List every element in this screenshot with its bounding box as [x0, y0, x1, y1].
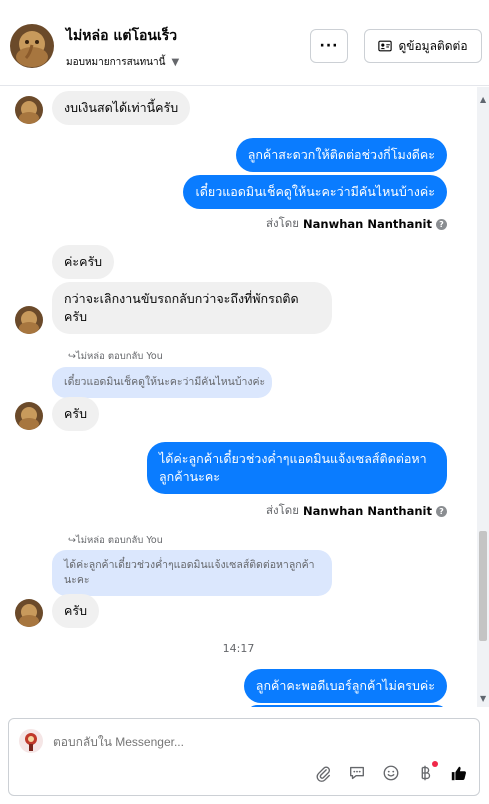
notification-dot: [432, 761, 438, 767]
baht-icon[interactable]: [415, 761, 438, 783]
more-options-button[interactable]: ···: [310, 29, 348, 63]
incoming-message: งบเงินสดได้เท่านี้ครับ: [52, 91, 191, 125]
incoming-message: กว่าจะเลิกงานขับรถกลับกว่าจะถึงที่พักรถต…: [52, 282, 332, 334]
chevron-down-icon: ▼: [171, 57, 180, 68]
contact-info-label: ดูข้อมูลติดต่อ: [398, 38, 468, 53]
outgoing-message: ลูกค้าสะดวกให้ติดต่อช่วงกี่โมงดีคะ: [235, 138, 447, 172]
contact-avatar-small: [15, 599, 43, 627]
incoming-message: ค่ะครับ: [52, 245, 115, 279]
sent-by-prefix: ส่งโดย: [265, 503, 300, 517]
replied-to-label: ↪ไม่หล่อ ตอบกลับ You: [68, 535, 163, 546]
view-contact-info-button[interactable]: ดูข้อมูลติดต่อ: [364, 29, 482, 63]
outgoing-message: ลูกค้าคะพอดีเบอร์ลูกค้าไม่ครบค่ะ: [243, 669, 447, 703]
outgoing-message: ได้ค่ะลูกค้าเดี๋ยวช่วงค่ำๆแอดมินแจ้งเซลส…: [147, 442, 447, 494]
info-icon[interactable]: ?: [436, 505, 447, 517]
contact-name: ไม่หล่อ แต่โอนเร็ว: [66, 28, 178, 44]
replied-to-label: ↪ไม่หล่อ ตอบกลับ You: [68, 351, 163, 362]
sent-by-label: ส่งโดย Nanwhan Nanthanit ?: [266, 215, 447, 233]
chat-bubble-icon[interactable]: [347, 763, 367, 783]
smiley-icon[interactable]: [381, 763, 401, 783]
outgoing-message-partial: [247, 705, 447, 707]
message-thread[interactable]: งบเงินสดได้เท่านี้ครับ ลูกค้าสะดวกให้ติด…: [0, 87, 477, 707]
assign-label: มอบหมายการสนทนานี้: [66, 57, 166, 68]
thumbs-up-icon[interactable]: [449, 763, 469, 783]
scroll-up-arrow-icon[interactable]: ▲: [480, 95, 486, 104]
sender-name: Nanwhan Nanthanit: [303, 217, 432, 231]
contact-avatar[interactable]: [10, 24, 54, 68]
contact-avatar-small: [15, 96, 43, 124]
sender-name: Nanwhan Nanthanit: [303, 504, 432, 518]
scroll-down-arrow-icon[interactable]: ▼: [480, 694, 486, 703]
message-timestamp: 14:17: [222, 642, 255, 655]
scrollbar-thumb[interactable]: [479, 531, 487, 641]
composer-toolbar: [313, 761, 469, 783]
thread-scrollbar[interactable]: ▲ ▼: [477, 87, 489, 707]
reply-input[interactable]: [53, 735, 208, 749]
contact-avatar-small: [15, 402, 43, 430]
contact-card-icon: [378, 40, 393, 52]
page-avatar: [19, 729, 43, 753]
assign-conversation-dropdown[interactable]: มอบหมายการสนทนานี้ ▼: [66, 55, 179, 70]
info-icon[interactable]: ?: [436, 218, 447, 230]
sent-by-prefix: ส่งโดย: [265, 216, 300, 230]
conversation-header: ไม่หล่อ แต่โอนเร็ว มอบหมายการสนทนานี้ ▼ …: [0, 0, 489, 86]
paperclip-icon[interactable]: [313, 763, 333, 783]
reply-composer[interactable]: [8, 718, 480, 796]
quoted-message[interactable]: เดี๋ยวแอดมินเช็คดูให้นะคะว่ามีคันไหนบ้าง…: [52, 367, 272, 398]
outgoing-message: เดี๋ยวแอดมินเช็คดูให้นะคะว่ามีคันไหนบ้าง…: [183, 175, 447, 209]
contact-avatar-small: [15, 306, 43, 334]
sent-by-label: ส่งโดย Nanwhan Nanthanit ?: [266, 502, 447, 520]
incoming-message: ครับ: [52, 397, 100, 431]
quoted-message[interactable]: ได้ค่ะลูกค้าเดี๋ยวช่วงค่ำๆแอดมินแจ้งเซลส…: [52, 550, 332, 596]
incoming-message: ครับ: [52, 594, 100, 628]
